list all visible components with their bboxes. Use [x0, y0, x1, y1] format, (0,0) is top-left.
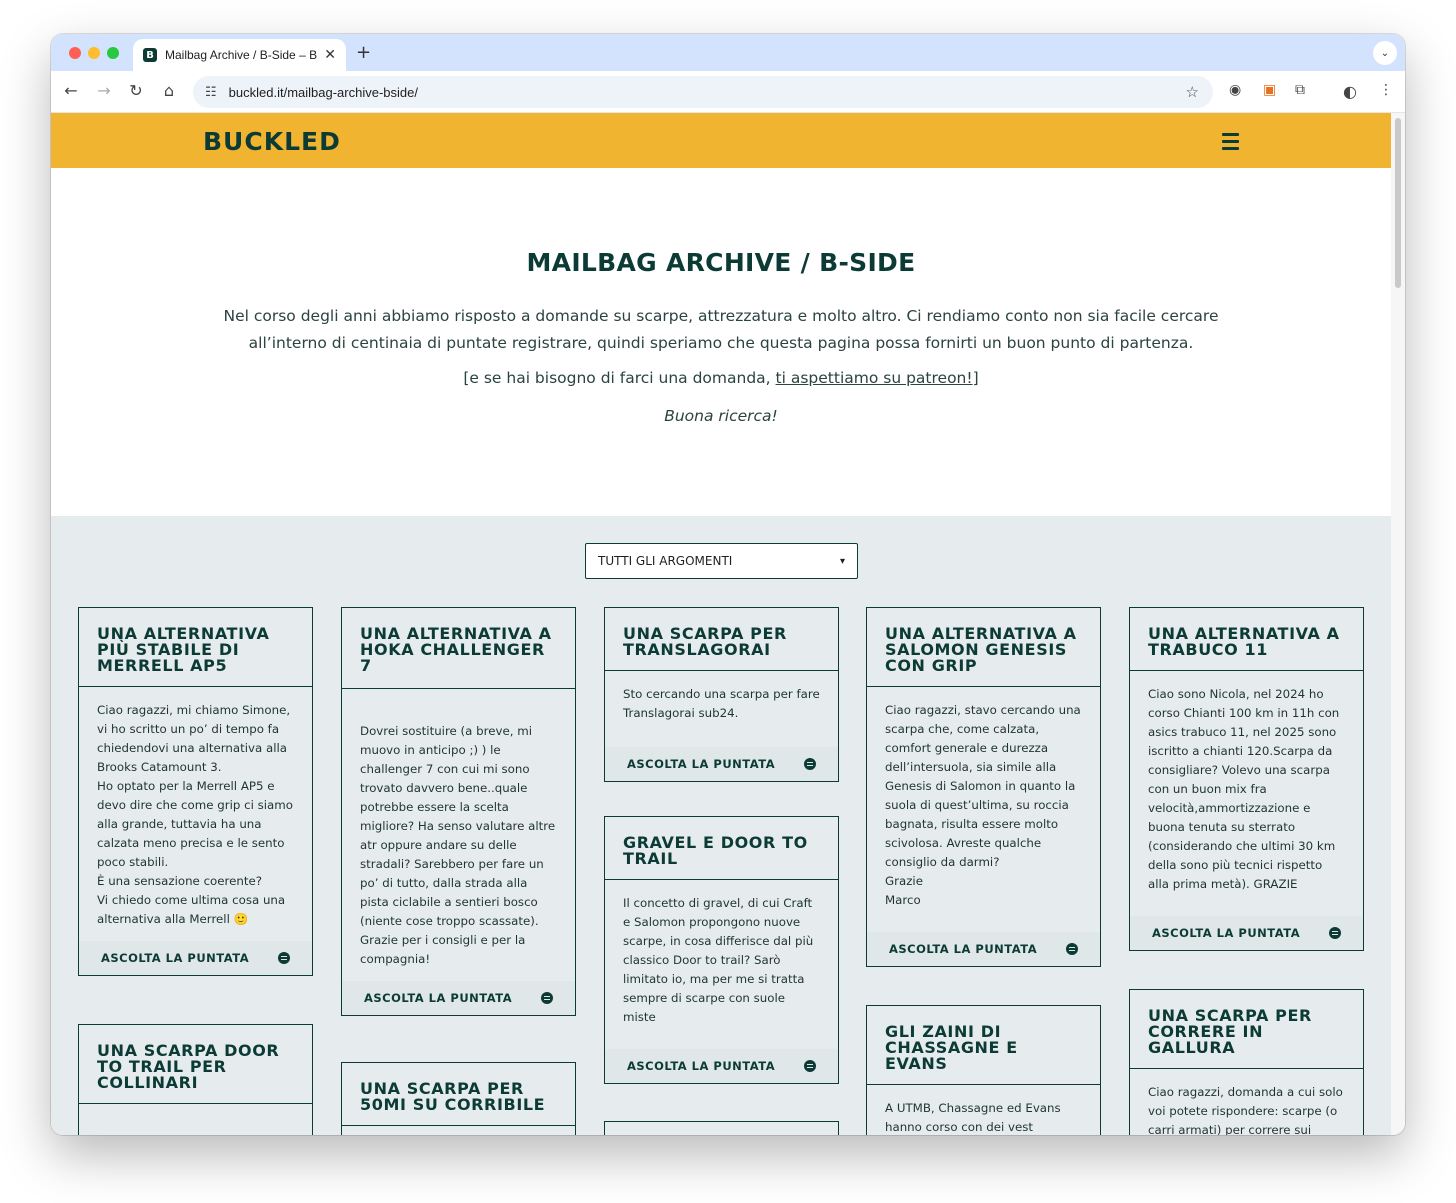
spotify-icon	[1329, 927, 1341, 939]
browser-window: B Mailbag Archive / B-Side – Buckled ✕ +…	[51, 34, 1405, 1135]
listen-episode-button[interactable]: ASCOLTA LA PUNTATA	[79, 941, 312, 975]
mailbag-card	[604, 1121, 839, 1135]
patreon-link[interactable]: ti aspettiamo su patreon!	[776, 369, 973, 387]
listen-episode-label: ASCOLTA LA PUNTATA	[889, 942, 1038, 956]
forward-arrow-icon[interactable]: →	[94, 81, 114, 100]
intro-section: MAILBAG ARCHIVE / B-SIDE Nel corso degli…	[51, 168, 1391, 516]
site-logo[interactable]: BUCKLED	[203, 127, 341, 156]
card-body: Il concetto di gravel, di cui Craft e Sa…	[623, 896, 814, 1024]
card-title[interactable]: UNA SCARPA PER 50MI SU CORRIBILE	[360, 1081, 557, 1113]
url-text[interactable]: buckled.it/mailbag-archive-bside/	[229, 85, 418, 100]
extension-orange-icon[interactable]: ▣	[1263, 82, 1276, 98]
card-body: Dovrei sostituire (a breve, mi muovo in …	[360, 724, 556, 966]
maximize-window-button[interactable]	[107, 47, 119, 59]
site-info-icon[interactable]: ☷	[205, 85, 217, 100]
topic-filter-value: TUTTI GLI ARGOMENTI	[598, 554, 733, 568]
hamburger-menu-icon[interactable]	[1222, 133, 1239, 154]
tab-search-chevron-icon[interactable]: ⌄	[1373, 41, 1397, 65]
mailbag-card: UNA ALTERNATIVA A SALOMON GENESIS CON GR…	[866, 607, 1101, 967]
site-header: BUCKLED	[51, 113, 1391, 168]
home-icon[interactable]: ⌂	[159, 81, 179, 100]
card-title[interactable]: UNA ALTERNATIVA PIÙ STABILE DI MERRELL A…	[97, 626, 294, 674]
topic-filter-select[interactable]: TUTTI GLI ARGOMENTI ▾	[585, 543, 858, 579]
card-body	[79, 1104, 312, 1135]
tab-close-icon[interactable]: ✕	[324, 47, 336, 63]
card-title[interactable]: UNA ALTERNATIVA A TRABUCO 11	[1148, 626, 1345, 658]
intro-question-prompt: [e se hai bisogno di farci una domanda, …	[463, 369, 979, 387]
spotify-icon	[278, 952, 290, 964]
card-body: Ciao ragazzi, domanda a cui solo voi pot…	[1148, 1085, 1343, 1135]
browser-tab-active[interactable]: B Mailbag Archive / B-Side – Buckled ✕	[133, 39, 346, 71]
mailbag-card: GRAVEL E DOOR TO TRAIL Il concetto di gr…	[604, 816, 839, 1084]
mailbag-card: UNA SCARPA PER CORRERE IN GALLURA Ciao r…	[1129, 989, 1364, 1135]
profile-avatar-icon[interactable]: ◐	[1343, 82, 1357, 101]
extensions-puzzle-icon[interactable]: ⧉	[1295, 82, 1305, 98]
listen-episode-button[interactable]: ASCOLTA LA PUNTATA	[867, 932, 1100, 966]
spotify-icon	[541, 992, 553, 1004]
address-bar[interactable]: ☷ buckled.it/mailbag-archive-bside/ ☆	[193, 76, 1213, 108]
mailbag-card: UNA ALTERNATIVA PIÙ STABILE DI MERRELL A…	[78, 607, 313, 976]
card-title[interactable]: GLI ZAINI DI CHASSAGNE E EVANS	[885, 1024, 1082, 1072]
listen-episode-button[interactable]: ASCOLTA LA PUNTATA	[605, 1049, 838, 1083]
listen-episode-button[interactable]: ASCOLTA LA PUNTATA	[1130, 916, 1363, 950]
page-title: MAILBAG ARCHIVE / B-SIDE	[526, 248, 916, 277]
mailbag-card: UNA SCARPA PER TRANSLAGORAI Sto cercando…	[604, 607, 839, 782]
card-body: Ciao ragazzi, stavo cercando una scarpa …	[885, 703, 1081, 907]
browser-menu-icon[interactable]: ⋮	[1379, 82, 1393, 98]
spotify-icon	[804, 1060, 816, 1072]
listen-episode-button[interactable]: ASCOLTA LA PUNTATA	[342, 981, 575, 1015]
browser-toolbar: ← → ↻ ⌂ ☷ buckled.it/mailbag-archive-bsi…	[51, 71, 1405, 113]
listen-episode-label: ASCOLTA LA PUNTATA	[1152, 926, 1301, 940]
page-scrollbar[interactable]	[1391, 113, 1405, 1135]
mailbag-card: UNA ALTERNATIVA A TRABUCO 11 Ciao sono N…	[1129, 607, 1364, 951]
scrollbar-thumb[interactable]	[1395, 118, 1401, 288]
new-tab-button[interactable]: +	[356, 42, 371, 63]
back-arrow-icon[interactable]: ←	[61, 81, 81, 100]
card-body: Ciao ragazzi, mi chiamo Simone, vi ho sc…	[97, 703, 293, 926]
page-viewport: BUCKLED MAILBAG ARCHIVE / B-SIDE Nel cor…	[51, 113, 1391, 1135]
tab-strip: B Mailbag Archive / B-Side – Buckled ✕ +…	[51, 34, 1405, 71]
listen-episode-button[interactable]: ASCOLTA LA PUNTATA	[605, 747, 838, 781]
spotify-icon	[804, 758, 816, 770]
close-window-button[interactable]	[69, 47, 81, 59]
listen-episode-label: ASCOLTA LA PUNTATA	[627, 1059, 776, 1073]
archive-section: TUTTI GLI ARGOMENTI ▾ UNA ALTERNATIVA PI…	[51, 516, 1391, 1135]
card-title[interactable]: UNA ALTERNATIVA A SALOMON GENESIS CON GR…	[885, 626, 1082, 674]
intro-closing: Buona ricerca!	[664, 407, 778, 425]
listen-episode-label: ASCOLTA LA PUNTATA	[101, 951, 250, 965]
reload-icon[interactable]: ↻	[126, 81, 146, 100]
site-favicon-icon: B	[143, 48, 157, 62]
card-body: Sto cercando una scarpa per fare Transla…	[623, 687, 820, 720]
mailbag-card: UNA SCARPA PER 50MI SU CORRIBILE	[341, 1062, 576, 1135]
card-title[interactable]: UNA SCARPA PER CORRERE IN GALLURA	[1148, 1008, 1345, 1056]
card-body: Ciao sono Nicola, nel 2024 ho corso Chia…	[1148, 687, 1340, 891]
bookmark-star-icon[interactable]: ☆	[1186, 83, 1199, 101]
mailbag-card: UNA ALTERNATIVA A HOKA CHALLENGER 7 Dovr…	[341, 607, 576, 1016]
mailbag-card: UNA SCARPA DOOR TO TRAIL PER COLLINARI	[78, 1024, 313, 1135]
listen-episode-label: ASCOLTA LA PUNTATA	[627, 757, 776, 771]
card-title[interactable]: UNA SCARPA PER TRANSLAGORAI	[623, 626, 820, 658]
card-body: A UTMB, Chassagne ed Evans hanno corso c…	[885, 1101, 1061, 1134]
minimize-window-button[interactable]	[88, 47, 100, 59]
spotify-icon	[1066, 943, 1078, 955]
card-title[interactable]: UNA SCARPA DOOR TO TRAIL PER COLLINARI	[97, 1043, 294, 1091]
listen-episode-label: ASCOLTA LA PUNTATA	[364, 991, 513, 1005]
card-title[interactable]: GRAVEL E DOOR TO TRAIL	[623, 835, 820, 867]
tab-title: Mailbag Archive / B-Side – Buckled	[165, 48, 317, 62]
mailbag-card: GLI ZAINI DI CHASSAGNE E EVANS A UTMB, C…	[866, 1005, 1101, 1135]
card-body	[342, 1126, 575, 1135]
intro-text: Nel corso degli anni abbiamo risposto a …	[223, 307, 1219, 352]
chevron-down-icon: ▾	[839, 555, 845, 567]
extension-camera-icon[interactable]: ◉	[1229, 82, 1241, 98]
card-title[interactable]: UNA ALTERNATIVA A HOKA CHALLENGER 7	[360, 626, 557, 674]
